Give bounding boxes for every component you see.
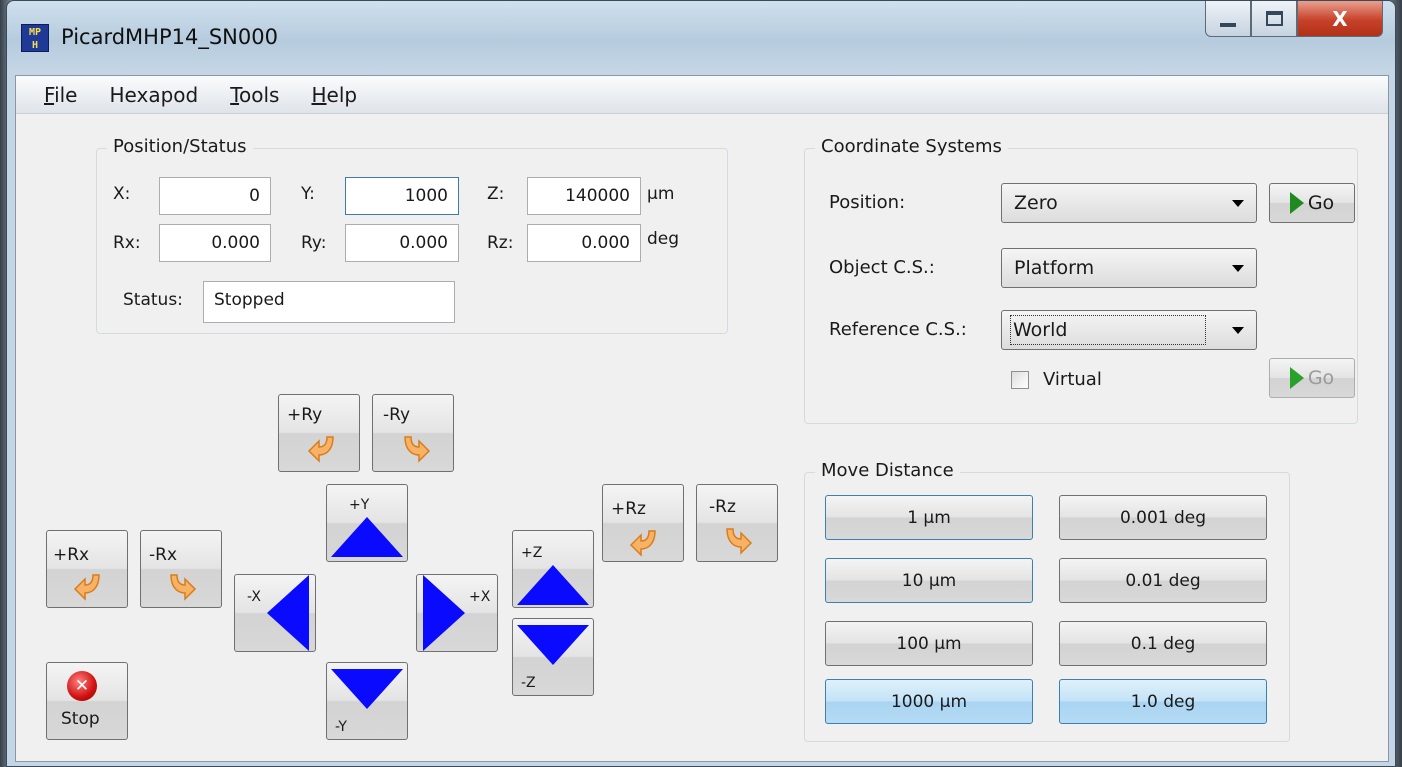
- menu-bar: File Hexapod Tools Help: [16, 76, 1388, 114]
- plus-rz-button[interactable]: +Rz: [602, 484, 684, 562]
- position-status-legend: Position/Status: [107, 136, 253, 158]
- plus-rx-button[interactable]: +Rx: [46, 530, 128, 608]
- arrow-up-icon: [331, 517, 403, 557]
- minimize-icon: [1220, 22, 1236, 27]
- menu-file[interactable]: File: [44, 83, 77, 107]
- z-label: Z:: [487, 184, 505, 204]
- rz-label: Rz:: [487, 233, 514, 253]
- title-bar[interactable]: MP H PicardMHP14_SN000 X: [7, 1, 1395, 75]
- move-10um-button[interactable]: 10 µm: [825, 558, 1033, 603]
- y-position-field[interactable]: 1000: [345, 177, 459, 215]
- move-distance-legend: Move Distance: [815, 460, 960, 482]
- virtual-go-button[interactable]: Go: [1269, 358, 1355, 398]
- maximize-icon: [1265, 11, 1283, 26]
- plus-x-button[interactable]: +X: [416, 574, 498, 652]
- move-0001deg-button[interactable]: 0.001 deg: [1059, 495, 1267, 540]
- position-select[interactable]: Zero: [1001, 183, 1257, 223]
- minus-y-button[interactable]: -Y: [326, 662, 408, 740]
- position-unit: µm: [647, 184, 675, 204]
- minus-rz-button[interactable]: -Rz: [696, 484, 778, 562]
- x-position-field[interactable]: 0: [159, 177, 271, 215]
- arrow-down-icon: [517, 625, 589, 665]
- rotate-ccw-icon: [629, 530, 656, 557]
- menu-help[interactable]: Help: [311, 83, 357, 107]
- plus-ry-button[interactable]: +Ry: [278, 394, 360, 472]
- position-go-button[interactable]: Go: [1269, 183, 1355, 223]
- rz-rotation-field[interactable]: 0.000: [527, 224, 641, 262]
- position-status-group: Position/Status X: 0 Y: 1000 Z: 140000 µ…: [96, 136, 728, 334]
- stop-icon: ✕: [67, 671, 97, 701]
- move-1000um-button[interactable]: 1000 µm: [825, 679, 1033, 724]
- object-cs-label: Object C.S.:: [829, 257, 935, 278]
- reference-cs-label: Reference C.S.:: [829, 319, 967, 340]
- move-1um-button[interactable]: 1 µm: [825, 495, 1033, 540]
- close-button[interactable]: X: [1297, 1, 1383, 37]
- arrow-down-icon: [331, 669, 403, 709]
- x-label: X:: [113, 184, 131, 204]
- move-10deg-button[interactable]: 1.0 deg: [1059, 679, 1267, 724]
- chevron-down-icon: [1232, 200, 1244, 207]
- position-label: Position:: [829, 192, 906, 213]
- close-icon: X: [1332, 6, 1348, 31]
- chevron-down-icon: [1232, 327, 1244, 334]
- rotate-ccw-icon: [307, 436, 334, 463]
- virtual-label: Virtual: [1043, 369, 1102, 390]
- rx-rotation-field[interactable]: 0.000: [159, 224, 271, 262]
- move-001deg-button[interactable]: 0.01 deg: [1059, 558, 1267, 603]
- rotate-cw-icon: [404, 436, 431, 463]
- plus-z-button[interactable]: +Z: [512, 530, 594, 608]
- rotate-ccw-icon: [73, 574, 100, 601]
- menu-hexapod[interactable]: Hexapod: [109, 83, 198, 107]
- chevron-down-icon: [1232, 265, 1244, 272]
- main-content: File Hexapod Tools Help Position/Status …: [15, 75, 1389, 762]
- stop-button[interactable]: ✕ Stop: [46, 662, 128, 740]
- z-position-field[interactable]: 140000: [527, 177, 641, 215]
- minus-rx-button[interactable]: -Rx: [140, 530, 222, 608]
- move-01deg-button[interactable]: 0.1 deg: [1059, 621, 1267, 666]
- coordinate-systems-group: Coordinate Systems Position: Zero Go Obj…: [804, 136, 1358, 424]
- menu-tools[interactable]: Tools: [230, 83, 279, 107]
- app-window: MP H PicardMHP14_SN000 X File Hexapod Too…: [6, 0, 1396, 767]
- reference-cs-select[interactable]: World: [1001, 310, 1257, 350]
- virtual-checkbox[interactable]: [1011, 371, 1029, 389]
- window-title: PicardMHP14_SN000: [61, 25, 278, 49]
- status-label: Status:: [123, 290, 183, 310]
- play-icon: [1289, 192, 1304, 214]
- minus-ry-button[interactable]: -Ry: [372, 394, 454, 472]
- ry-rotation-field[interactable]: 0.000: [345, 224, 459, 262]
- rotate-cw-icon: [170, 574, 197, 601]
- object-cs-select[interactable]: Platform: [1001, 248, 1257, 288]
- rotate-cw-icon: [726, 528, 753, 555]
- move-distance-group: Move Distance 1 µm 0.001 deg 10 µm 0.01 …: [804, 460, 1290, 742]
- arrow-right-icon: [423, 575, 465, 651]
- rx-label: Rx:: [113, 233, 141, 253]
- window-controls: X: [1205, 1, 1383, 41]
- coordinate-systems-legend: Coordinate Systems: [815, 136, 1008, 158]
- ry-label: Ry:: [301, 233, 327, 253]
- plus-y-button[interactable]: +Y: [326, 484, 408, 562]
- y-label: Y:: [301, 184, 315, 204]
- move-100um-button[interactable]: 100 µm: [825, 621, 1033, 666]
- minus-x-button[interactable]: -X: [234, 574, 316, 652]
- status-field: Stopped: [203, 281, 455, 323]
- arrow-up-icon: [517, 565, 589, 605]
- rotation-unit: deg: [647, 229, 680, 249]
- app-logo-icon: MP H: [21, 24, 49, 52]
- maximize-button[interactable]: [1251, 1, 1297, 37]
- minus-z-button[interactable]: -Z: [512, 618, 594, 696]
- minimize-button[interactable]: [1205, 1, 1251, 37]
- play-icon: [1289, 367, 1304, 389]
- arrow-left-icon: [267, 575, 309, 651]
